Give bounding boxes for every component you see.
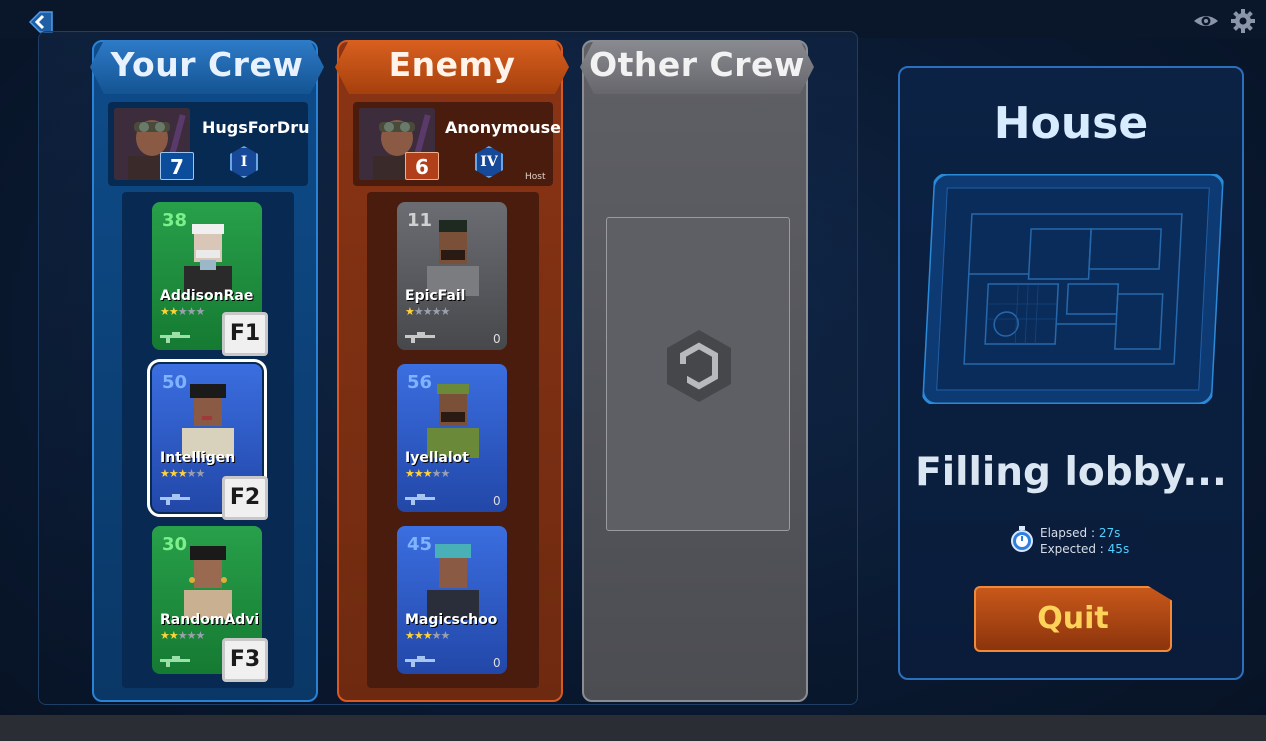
hotkey-f1[interactable]: F1 <box>222 312 268 356</box>
elapsed-label: Elapsed : <box>1040 526 1099 540</box>
your-crew-title: Your Crew <box>90 40 324 94</box>
card-count: 0 <box>493 494 501 508</box>
your-crew-column: Your Crew 7 HugsForDru I 38 AddisonRae ★… <box>90 40 324 702</box>
character-portrait <box>182 384 234 458</box>
enemy-card-2[interactable]: 56 Iyellalot ★★★★★ 0 <box>397 364 507 512</box>
player-name: HugsForDru <box>202 118 310 137</box>
player-name: Anonymouse <box>445 118 562 137</box>
elapsed-time: Elapsed : 27s <box>1040 526 1120 540</box>
expected-value: 45s <box>1107 542 1130 556</box>
character-portrait <box>184 224 232 296</box>
enemy-crew-column: Enemy Crew 6 Anonymouse IV Host 11 EpicF… <box>335 40 569 702</box>
character-name: Intelligen <box>160 450 236 466</box>
other-crew-title: Other Crew <box>580 40 814 94</box>
bottom-bar <box>0 715 1266 741</box>
character-name: EpicFail <box>405 288 466 304</box>
map-info-panel: House Filling lobby... Elapsed: 27s Exp… <box>898 66 1244 680</box>
empty-crew-slot <box>606 217 790 531</box>
rifle-icon <box>160 656 190 667</box>
elapsed-value: 27s <box>1098 526 1121 540</box>
enemy-card-1[interactable]: 11 EpicFail ★★★★★ 0 <box>397 202 507 350</box>
enemy-player-card[interactable]: 6 Anonymouse IV Host <box>353 102 561 186</box>
rifle-icon <box>160 494 190 505</box>
rank-badge: IV <box>475 146 503 178</box>
star-rating: ★★★★★ <box>405 467 450 480</box>
star-rating: ★★★★★ <box>160 629 205 642</box>
rifle-icon <box>160 332 190 343</box>
card-count: 0 <box>493 656 501 670</box>
enemy-crew-title: Enemy Crew <box>335 40 569 94</box>
enemy-card-3[interactable]: 45 Magicschoo ★★★★★ 0 <box>397 526 507 674</box>
rifle-icon <box>405 494 435 505</box>
lobby-status-text: Filling lobby... <box>915 450 1227 495</box>
character-portrait <box>427 384 479 458</box>
map-blueprint-image <box>921 174 1225 404</box>
eye-icon[interactable] <box>1192 10 1220 32</box>
hotkey-f2[interactable]: F2 <box>222 476 268 520</box>
star-rating: ★★★★★ <box>160 467 205 480</box>
character-portrait <box>427 544 479 620</box>
player-level: 6 <box>405 152 439 180</box>
expected-time: Expected : 45s <box>1040 542 1129 556</box>
star-rating: ★★★★★ <box>405 305 450 318</box>
quit-button[interactable]: Quit <box>974 586 1172 652</box>
your-player-card[interactable]: 7 HugsForDru I <box>108 102 310 186</box>
rifle-icon <box>405 656 435 667</box>
character-name: Magicschoo <box>405 612 498 628</box>
map-name: House <box>993 98 1149 149</box>
rifle-icon <box>405 332 435 343</box>
player-level: 7 <box>160 152 194 180</box>
character-name: AddisonRae <box>160 288 254 304</box>
character-portrait <box>427 220 479 296</box>
expected-label: Expected : <box>1040 542 1108 556</box>
hexagon-loading-icon <box>667 330 731 402</box>
character-name: Iyellalot <box>405 450 469 466</box>
rank-badge: I <box>230 146 258 178</box>
host-tag: Host <box>525 172 546 182</box>
star-rating: ★★★★★ <box>160 305 205 318</box>
character-portrait <box>184 546 232 620</box>
card-count: 0 <box>493 332 501 346</box>
star-rating: ★★★★★ <box>405 629 450 642</box>
character-name: RandomAdvi <box>160 612 260 628</box>
other-crew-column: Other Crew <box>580 40 814 702</box>
stopwatch-icon <box>1011 526 1033 552</box>
hotkey-f3[interactable]: F3 <box>222 638 268 682</box>
gear-icon[interactable] <box>1231 9 1255 33</box>
